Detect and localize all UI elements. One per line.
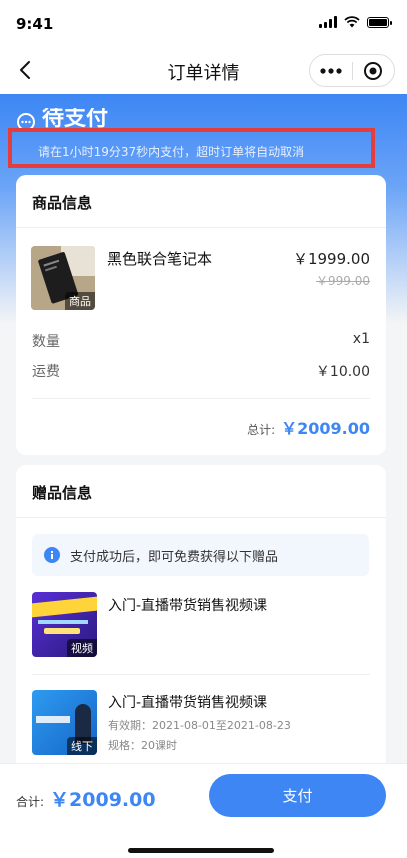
product-name[interactable]: 黑色联合笔记本 [107, 248, 212, 269]
divider [16, 227, 386, 228]
nav-bar: 订单详情 [0, 48, 407, 94]
course-cover-art [44, 628, 80, 634]
more-dots-icon [320, 67, 342, 74]
quantity-label: 数量 [32, 334, 60, 350]
gift-notice: 支付成功后，即可免费获得以下赠品 [32, 534, 369, 576]
status-icons [319, 16, 392, 28]
course-cover-art [38, 620, 88, 624]
target-close-icon [364, 61, 383, 80]
gift-info-card: 赠品信息 支付成功后，即可免费获得以下赠品 视频 入门-直播带货销售视频课 线下… [16, 465, 386, 785]
divider [16, 517, 386, 518]
gift-section-title: 赠品信息 [32, 484, 93, 502]
course-cover-art [36, 716, 70, 723]
product-thumbnail[interactable]: 商品 [31, 246, 95, 310]
payment-countdown: 请在1小时19分37秒内支付，超时订单将自动取消 [38, 145, 305, 159]
product-original-price: ￥999.00 [316, 274, 370, 288]
status-bar: 9:41 [0, 0, 407, 48]
gift-thumb-tag: 视频 [67, 639, 97, 657]
info-icon [44, 547, 60, 563]
gift-thumbnail[interactable]: 视频 [32, 592, 97, 657]
product-thumb-tag: 商品 [65, 292, 95, 310]
course-cover-art [32, 596, 97, 618]
product-info-card: 商品信息 商品 黑色联合笔记本 ￥1999.00 ￥999.00 数量 x1 运… [16, 175, 386, 455]
product-section-title: 商品信息 [32, 194, 93, 212]
footer-total-label: 合计: [16, 795, 45, 809]
gift-thumbnail[interactable]: 线下 [32, 690, 97, 755]
footer-total: 合计: ￥2009.00 [16, 785, 156, 812]
total-value: ￥2009.00 [281, 419, 370, 438]
gift-notice-text: 支付成功后，即可免费获得以下赠品 [70, 549, 279, 565]
status-time: 9:41 [16, 15, 54, 33]
quantity-value: x1 [352, 331, 370, 347]
divider [32, 674, 370, 675]
gift-title[interactable]: 入门-直播带货销售视频课 [108, 692, 267, 712]
gift-spec: 规格：20课时 [108, 739, 177, 752]
close-capsule-button[interactable] [353, 55, 395, 86]
shipping-value: ￥10.00 [315, 364, 370, 380]
gift-validity: 有效期：2021-08-01至2021-08-23 [108, 719, 291, 732]
home-indicator [128, 848, 274, 853]
more-button[interactable] [310, 55, 352, 86]
signal-icon [319, 16, 337, 28]
footer-total-value: ￥2009.00 [50, 789, 156, 811]
gift-title[interactable]: 入门-直播带货销售视频课 [108, 595, 267, 615]
divider [32, 398, 370, 399]
total-label: 总计: [247, 423, 276, 437]
battery-icon [367, 16, 392, 28]
order-total: 总计: ￥2009.00 [247, 415, 370, 439]
wifi-icon [344, 16, 360, 28]
product-price: ￥1999.00 [292, 250, 370, 268]
pay-button[interactable]: 支付 [209, 774, 386, 817]
shipping-label: 运费 [32, 364, 60, 380]
mini-program-capsule [309, 54, 395, 87]
gift-thumb-tag: 线下 [67, 737, 97, 755]
bottom-bar: 合计: ￥2009.00 支付 [0, 763, 407, 858]
